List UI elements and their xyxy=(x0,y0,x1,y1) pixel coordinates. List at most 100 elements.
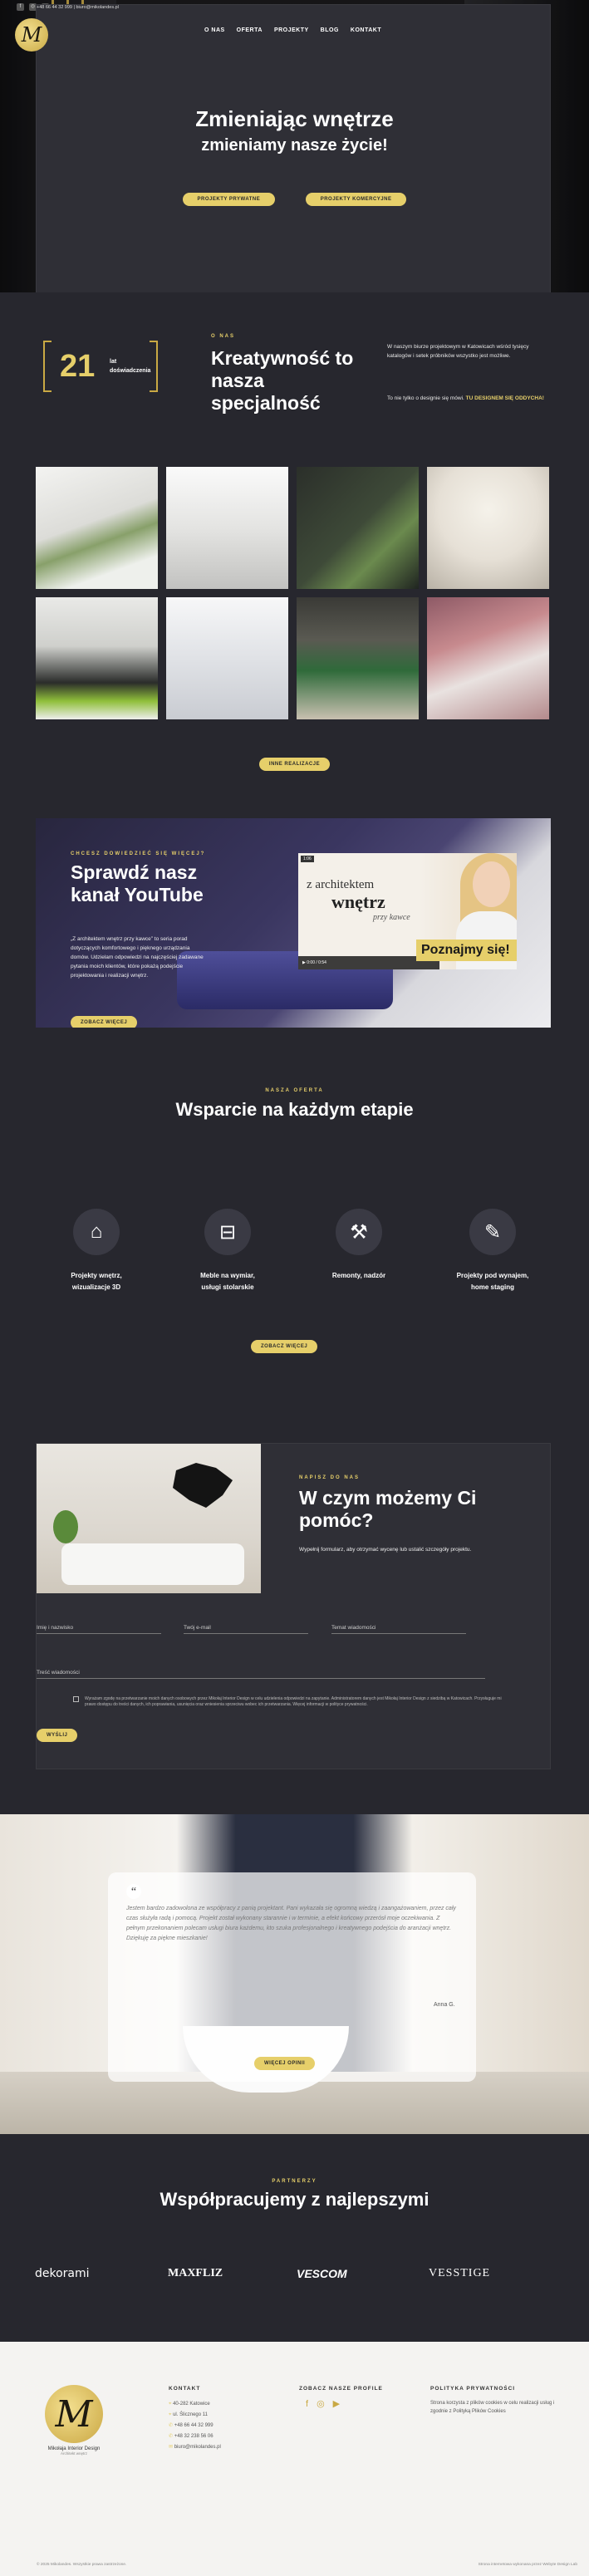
footer-contact: KONTAKT ⌖ 40-282 Katowice ⌖ ul. Śliczneg… xyxy=(169,2383,221,2453)
name-field[interactable]: Imię i nazwisko xyxy=(37,1625,161,1634)
feature-line-1: Meble na wymiar, xyxy=(200,1272,255,1279)
nav-item-offer[interactable]: OFERTA xyxy=(237,27,263,33)
commercial-projects-button[interactable]: PROJEKTY KOMERCYJNE xyxy=(305,193,407,206)
footer-logo-mark: M xyxy=(45,2385,103,2443)
partners-tag: PARTNERZY xyxy=(272,2179,317,2184)
years-label-2: doświadczenia xyxy=(110,368,151,374)
footer-address-2: ⌖ ul. Ślicznego 11 xyxy=(169,2410,221,2421)
footer-logo[interactable]: M Mikołaja Interior Design Architekt wnę… xyxy=(37,2385,111,2456)
topbar: f ◎ ▶ +48 66 44 32 999 | biuro@mikolande… xyxy=(0,3,589,292)
feature-item[interactable]: ⚒ Remonty, nadzór xyxy=(301,1209,417,1282)
youtube-text: „Z architektem wnętrz przy kawce” to ser… xyxy=(71,936,204,979)
more-projects-button[interactable]: INNE REALIZACJE xyxy=(258,758,331,771)
facebook-icon[interactable]: f xyxy=(306,2399,308,2410)
logo[interactable]: M xyxy=(15,18,48,52)
youtube-more-button[interactable]: ZOBACZ WIĘCEJ xyxy=(71,1016,138,1028)
nav-item-blog[interactable]: BLOG xyxy=(321,27,339,33)
footer-address-2-text: ul. Ślicznego 11 xyxy=(173,2412,208,2417)
support-section: NASZA OFERTA Wsparcie na każdym etapie ⌂… xyxy=(0,1028,589,1443)
footer-address-1: ⌖ 40-282 Katowice xyxy=(169,2399,221,2410)
consent-text: Wyrażam zgodę na przetwarzanie moich dan… xyxy=(85,1696,502,1707)
contact-tag: NAPISZ DO NAS xyxy=(299,1475,361,1480)
contact-photo xyxy=(37,1444,261,1593)
video-title-3: przy kawce xyxy=(373,913,410,922)
phone-icon: ✆ xyxy=(169,2423,174,2428)
gallery-tile[interactable] xyxy=(297,597,419,719)
footer-phone-1[interactable]: ✆ +48 66 44 32 999 xyxy=(169,2421,221,2431)
photo-world-map xyxy=(173,1463,233,1508)
feature-line-1: Projekty wnętrz, xyxy=(71,1272,122,1279)
hero-buttons: PROJEKTY PRYWATNE PROJEKTY KOMERCYJNE xyxy=(0,189,589,206)
gallery-tile[interactable] xyxy=(297,467,419,589)
email-field[interactable]: Twój e-mail xyxy=(184,1625,308,1634)
feature-line-2: usługi stolarskie xyxy=(201,1283,254,1291)
gallery-tile[interactable] xyxy=(427,467,549,589)
footer-phone-1-text: +48 66 44 32 999 xyxy=(174,2423,214,2428)
offer-more-button[interactable]: ZOBACZ WIĘCEJ xyxy=(251,1340,318,1353)
hero-section: f ◎ ▶ +48 66 44 32 999 | biuro@mikolande… xyxy=(0,0,589,292)
location-icon: ⌖ xyxy=(169,2412,172,2417)
footer: M Mikołaja Interior Design Architekt wnę… xyxy=(0,2342,589,2576)
consent-block: Wyrażam zgodę na przetwarzanie moich dan… xyxy=(37,1696,552,1708)
feature-label: Remonty, nadzór xyxy=(301,1270,417,1282)
testimonial-section: “ Jestem bardzo zadowolona ze współpracy… xyxy=(0,1814,589,2134)
contact-section: NAPISZ DO NAS W czym możemy Ci pomóc? Wy… xyxy=(36,1443,551,1769)
house-icon: ⌂ xyxy=(73,1209,120,1255)
tools-icon: ⚒ xyxy=(336,1209,382,1255)
send-button[interactable]: WYŚLIJ xyxy=(37,1729,78,1742)
testimonial-text: Jestem bardzo zadowolona ze współpracy z… xyxy=(126,1906,456,1941)
nav-item-projects[interactable]: PROJEKTY xyxy=(274,27,309,33)
photo-sofa xyxy=(61,1543,244,1585)
play-icon[interactable]: ▶ xyxy=(302,960,306,965)
pencil-icon: ✎ xyxy=(469,1209,516,1255)
footer-phone-2-text: +48 32 238 56 06 xyxy=(174,2434,214,2439)
years-label-1: lat xyxy=(110,359,117,365)
footer-phone-2[interactable]: ✆ +48 32 238 56 06 xyxy=(169,2431,221,2442)
gallery-tile[interactable] xyxy=(36,467,158,589)
nav-item-contact[interactable]: KONTAKT xyxy=(351,27,381,33)
video-face xyxy=(473,861,510,907)
more-reviews-button[interactable]: WIĘCEJ OPINII xyxy=(254,2057,316,2070)
footer-social: ZOBACZ NASZE PROFILE f ◎ ▶ xyxy=(299,2383,383,2410)
youtube-section: CHCESZ DOWIEDZIEĆ SIĘ WIĘCEJ? Sprawdź na… xyxy=(36,818,551,1028)
phone-icon: ✆ xyxy=(169,2434,174,2439)
youtube-icon[interactable]: ▶ xyxy=(333,2399,340,2410)
footer-email[interactable]: ✉ biuro@mikolandes.pl xyxy=(169,2442,221,2453)
feature-item[interactable]: ✎ Projekty pod wynajem, home staging xyxy=(434,1209,551,1293)
partner-logo-maxfliz[interactable]: MAXFLIZ xyxy=(168,2267,223,2280)
partners-title: Współpracujemy z najlepszymi xyxy=(160,2189,429,2210)
testimonial-author: Anna G. xyxy=(434,2002,455,2008)
footer-credits[interactable]: Strona internetowa wykonana przez Webyte… xyxy=(479,2563,577,2567)
nav-item-about[interactable]: O NAS xyxy=(204,27,225,33)
feature-label: Meble na wymiar, usługi stolarskie xyxy=(169,1270,286,1293)
footer-privacy-heading: POLITYKA PRYWATNOŚCI xyxy=(430,2386,516,2392)
youtube-video[interactable]: 1:06 z architektem wnętrz przy kawce Poz… xyxy=(298,853,517,969)
location-icon: ⌖ xyxy=(169,2402,172,2407)
partner-logo-dekorami[interactable]: dekorami xyxy=(35,2267,90,2280)
feature-item[interactable]: ⊟ Meble na wymiar, usługi stolarskie xyxy=(169,1209,286,1293)
about-section: 21 lat doświadczenia O NAS Kreatywność t… xyxy=(0,292,589,454)
footer-privacy-text[interactable]: Strona korzysta z plików cookies w celu … xyxy=(430,2399,555,2416)
facebook-icon[interactable]: f xyxy=(17,3,24,11)
gallery-tile[interactable] xyxy=(427,597,549,719)
gallery-tile[interactable] xyxy=(36,597,158,719)
partners-section: PARTNERZY Współpracujemy z najlepszymi d… xyxy=(0,2134,589,2342)
partner-logo-vescom[interactable]: VESCOM xyxy=(297,2267,347,2280)
footer-privacy: POLITYKA PRYWATNOŚCI Strona korzysta z p… xyxy=(430,2383,555,2416)
footer-social-icons: f ◎ ▶ xyxy=(299,2399,383,2410)
footer-social-heading: ZOBACZ NASZE PROFILE xyxy=(299,2386,383,2392)
experience-badge: 21 lat doświadczenia xyxy=(43,341,158,392)
gallery-tile[interactable] xyxy=(166,597,288,719)
partner-logo-vesstige[interactable]: VESSTIGE xyxy=(429,2267,490,2280)
message-field[interactable]: Treść wiadomości xyxy=(37,1670,485,1679)
subject-field[interactable]: Temat wiadomości xyxy=(331,1625,466,1634)
feature-item[interactable]: ⌂ Projekty wnętrz, wizualizacje 3D xyxy=(38,1209,155,1293)
feature-line-2: home staging xyxy=(470,1283,514,1291)
video-banner: Poznajmy się! xyxy=(416,940,517,961)
instagram-icon[interactable]: ◎ xyxy=(317,2399,325,2410)
gallery-tile[interactable] xyxy=(166,467,288,589)
private-projects-button[interactable]: PROJEKTY PRYWATNE xyxy=(182,193,276,206)
years-number: 21 xyxy=(60,349,96,384)
footer-logo-sub: Architekt wnętrz xyxy=(60,2451,87,2456)
consent-checkbox[interactable] xyxy=(73,1696,79,1702)
